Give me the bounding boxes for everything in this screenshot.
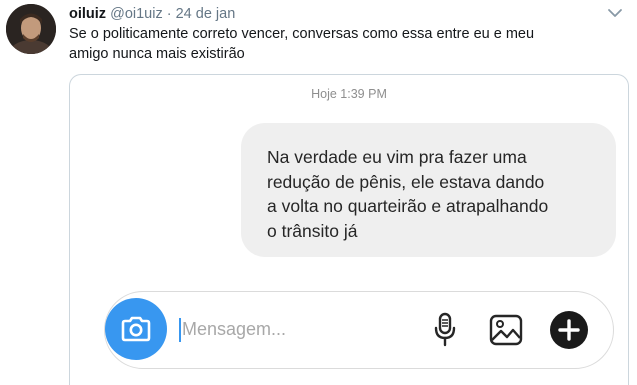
avatar[interactable] (6, 4, 56, 54)
tweet-text: Se o politicamente correto vencer, conve… (69, 24, 609, 64)
camera-button[interactable] (105, 298, 167, 360)
tweet-header: oiluiz @oi1uiz · 24 de jan (69, 5, 235, 23)
message-line: o trânsito já (267, 220, 358, 241)
tweet-text-line: amigo nunca mais existirão (69, 46, 245, 62)
more-options-button[interactable] (549, 310, 589, 350)
gallery-button[interactable] (486, 310, 526, 350)
display-name[interactable]: oiluiz (69, 6, 106, 22)
microphone-button[interactable] (425, 310, 465, 350)
image-icon (489, 314, 523, 346)
tweet-card: oiluiz @oi1uiz · 24 de jan Se o politica… (0, 0, 637, 385)
text-cursor (179, 318, 181, 342)
message-line: a volta no quarteirão e atrapalhando (267, 196, 549, 216)
camera-icon (121, 316, 151, 342)
plus-circle-icon (550, 311, 588, 349)
tweet-date[interactable]: 24 de jan (176, 6, 236, 22)
header-separator: · (166, 6, 172, 22)
tweet-text-line: Se o politicamente correto vencer, conve… (69, 26, 535, 42)
tweet-media-screenshot[interactable]: Hoje 1:39 PM Na verdade eu vim pra fazer… (69, 74, 629, 385)
user-handle[interactable]: @oi1uiz (110, 6, 163, 22)
microphone-icon (434, 312, 456, 347)
message-line: redução de pênis, ele estava dando (267, 171, 545, 192)
chevron-down-icon[interactable] (607, 6, 623, 18)
message-composer[interactable]: Mensagem... (104, 291, 614, 369)
message-bubble: Na verdade eu vim pra fazer uma redução … (241, 123, 616, 257)
message-input[interactable]: Mensagem... (182, 317, 286, 341)
chat-timestamp: Hoje 1:39 PM (311, 87, 387, 101)
message-line: Na verdade eu vim pra fazer uma (267, 147, 527, 167)
